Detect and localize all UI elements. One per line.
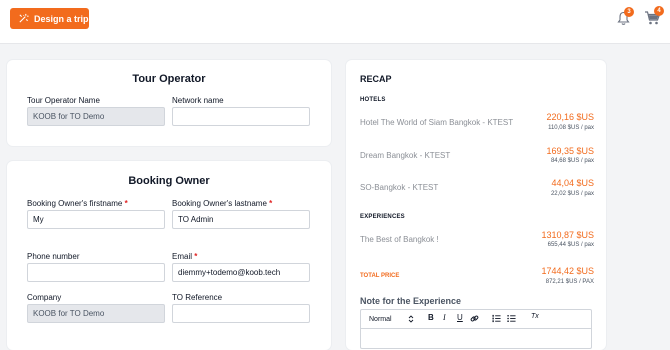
booking-owner-title: Booking Owner xyxy=(128,175,210,187)
link-button[interactable] xyxy=(470,314,479,325)
lastname-field[interactable]: TO Admin xyxy=(172,210,310,229)
network-name-label: Network name xyxy=(172,96,224,105)
hotel-name: SO-Bangkok - KTEST xyxy=(360,183,439,192)
design-trip-button[interactable]: Design a trip xyxy=(10,8,89,29)
magic-wand-icon xyxy=(19,13,29,23)
ordered-list-icon xyxy=(492,314,501,323)
lastname-label-text: Booking Owner's lastname xyxy=(172,199,267,208)
lastname-label: Booking Owner's lastname * xyxy=(172,199,272,208)
tour-operator-name-field: KOOB for TO Demo xyxy=(27,107,165,126)
required-mark: * xyxy=(194,252,198,261)
to-reference-field[interactable] xyxy=(172,304,310,323)
required-mark: * xyxy=(124,199,128,208)
notifications-badge: 3 xyxy=(624,7,634,17)
email-label-text: Email xyxy=(172,252,193,261)
total-price-label: TOTAL PRICE xyxy=(360,273,400,279)
company-label: Company xyxy=(27,293,62,302)
tour-operator-name-label: Tour Operator Name xyxy=(27,96,100,105)
hotels-heading: HOTELS xyxy=(360,97,386,103)
hotel-price-per-pax: 110,08 $US / pax xyxy=(548,125,594,131)
bullet-list-button[interactable] xyxy=(507,314,516,325)
italic-button[interactable]: I xyxy=(443,313,446,322)
experience-name: The Best of Bangkok ! xyxy=(360,235,439,244)
booking-owner-card: Booking Owner Booking Owner's firstname … xyxy=(7,161,331,350)
underline-button[interactable]: U xyxy=(457,313,463,322)
experiences-heading: EXPERIENCES xyxy=(360,214,405,220)
hotel-price-per-pax: 84,68 $US / pax xyxy=(550,158,594,164)
design-trip-label: Design a trip xyxy=(34,13,89,24)
hotel-price: 220,16 $US xyxy=(546,112,594,122)
note-title: Note for the Experience xyxy=(360,296,462,306)
clear-format-button[interactable]: Tx xyxy=(531,313,539,320)
required-mark: * xyxy=(269,199,273,208)
experience-price: 1310,87 $US xyxy=(541,230,594,240)
format-select-value: Normal xyxy=(369,315,392,323)
email-field[interactable]: diemmy+todemo@koob.tech xyxy=(172,263,310,282)
hotel-price: 169,35 $US xyxy=(546,146,594,156)
email-label: Email * xyxy=(172,252,197,261)
top-bar: Design a trip 3 4 xyxy=(0,0,670,44)
tour-operator-title: Tour Operator xyxy=(132,73,206,85)
hotel-name: Hotel The World of Siam Bangkok - KTEST xyxy=(360,118,514,127)
recap-title: RECAP xyxy=(360,74,392,84)
editor-toolbar: Normal B I U Tx xyxy=(361,310,591,329)
recap-card: RECAP HOTELS Hotel The World of Siam Ban… xyxy=(346,60,606,350)
link-icon xyxy=(470,315,479,322)
hotel-price-per-pax: 22,02 $US / pax xyxy=(550,191,594,197)
to-reference-label: TO Reference xyxy=(172,293,223,302)
tour-operator-card: Tour Operator Tour Operator Name KOOB fo… xyxy=(7,60,331,146)
total-price-per-pax: 872,21 $US / PAX xyxy=(545,279,594,285)
chevron-updown-icon xyxy=(408,315,413,323)
bullet-list-icon xyxy=(507,314,516,323)
phone-field[interactable] xyxy=(27,263,165,282)
total-price: 1744,42 $US xyxy=(541,266,594,276)
hotel-price: 44,04 $US xyxy=(551,178,594,188)
firstname-field[interactable]: My xyxy=(27,210,165,229)
firstname-label-text: Booking Owner's firstname xyxy=(27,199,123,208)
bold-button[interactable]: B xyxy=(428,313,434,322)
cart-badge: 4 xyxy=(654,6,664,16)
hotel-name: Dream Bangkok - KTEST xyxy=(360,151,451,160)
network-name-field[interactable] xyxy=(172,107,310,126)
company-field: KOOB for TO Demo xyxy=(27,304,165,323)
format-select[interactable]: Normal xyxy=(369,315,414,323)
note-editor[interactable]: Normal B I U Tx xyxy=(360,309,592,349)
phone-label: Phone number xyxy=(27,252,80,261)
firstname-label: Booking Owner's firstname * xyxy=(27,199,128,208)
experience-price-per-pax: 655,44 $US / pax xyxy=(547,242,594,248)
ordered-list-button[interactable] xyxy=(492,314,501,325)
